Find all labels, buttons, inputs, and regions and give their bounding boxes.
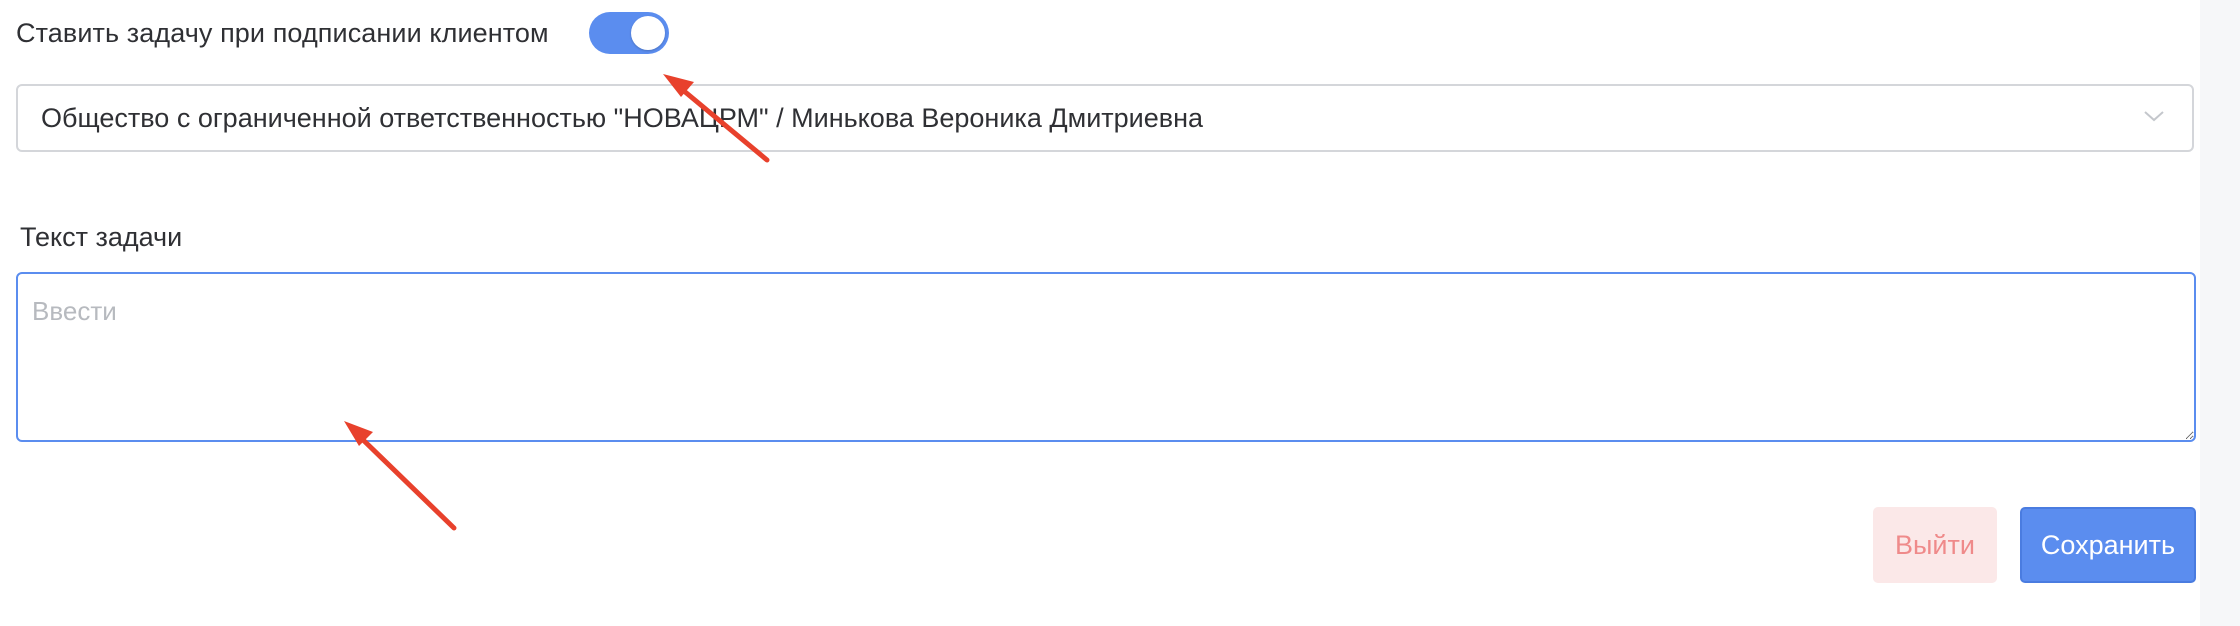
task-toggle-label: Ставить задачу при подписании клиентом: [16, 17, 549, 48]
toggle-knob: [631, 16, 665, 50]
task-text-input[interactable]: [16, 272, 2196, 442]
save-button[interactable]: Сохранить: [2020, 507, 2196, 583]
client-select[interactable]: Общество с ограниченной ответственностью…: [16, 84, 2194, 152]
chevron-down-icon: [2144, 111, 2164, 122]
task-settings-panel: Ставить задачу при подписании клиентом О…: [0, 0, 2200, 626]
task-toggle-switch[interactable]: [589, 12, 669, 54]
page: Ставить задачу при подписании клиентом О…: [0, 0, 2240, 626]
client-select-value: Общество с ограниченной ответственностью…: [41, 103, 1204, 133]
task-toggle-row: Ставить задачу при подписании клиентом: [16, 10, 549, 56]
task-text-label: Текст задачи: [20, 222, 183, 252]
exit-button[interactable]: Выйти: [1873, 507, 1997, 583]
